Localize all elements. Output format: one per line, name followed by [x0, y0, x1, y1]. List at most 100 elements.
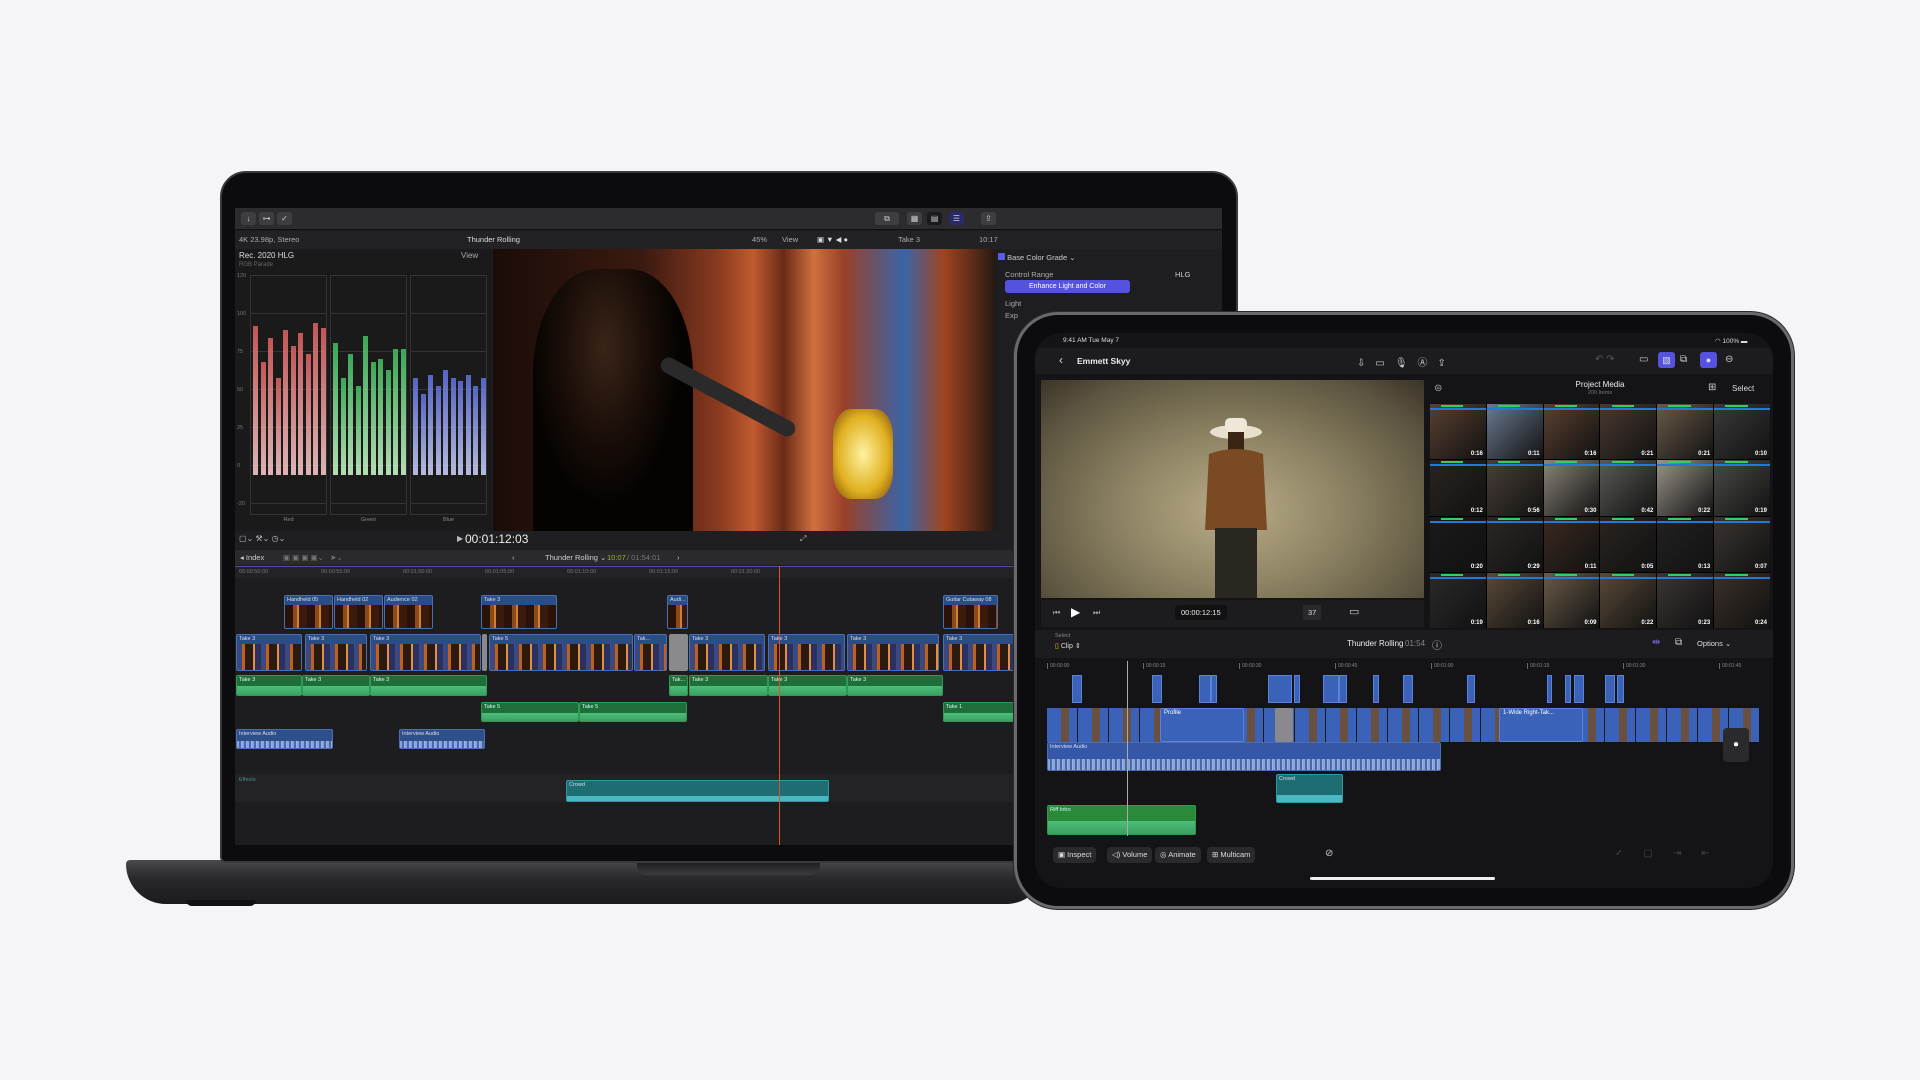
checkmark-icon[interactable]: ✓: [277, 212, 292, 225]
media-thumbnail[interactable]: 0:11: [1543, 516, 1600, 572]
fullscreen-icon[interactable]: ⤢: [800, 534, 806, 544]
media-thumbnail[interactable]: 0:16: [1543, 404, 1600, 460]
browser-toggle-icon[interactable]: ▦: [907, 212, 922, 225]
connected-clip[interactable]: [1323, 675, 1339, 703]
profile-clip[interactable]: Profile: [1160, 708, 1244, 742]
connected-clip[interactable]: [1072, 675, 1082, 703]
audio-clip[interactable]: Take 3: [236, 675, 302, 696]
media-thumbnail[interactable]: 0:21: [1657, 404, 1714, 460]
audio-clip[interactable]: Take 3: [370, 675, 487, 696]
checkmark-icon[interactable]: ⊘: [1325, 848, 1333, 859]
media-thumbnail[interactable]: 0:05: [1600, 516, 1657, 572]
connected-clip[interactable]: [1268, 675, 1292, 703]
audio-clip[interactable]: Take 5: [481, 702, 579, 722]
media-thumbnail[interactable]: 0:12: [1430, 460, 1486, 516]
home-indicator[interactable]: [1310, 877, 1495, 880]
select-button[interactable]: Select: [1732, 384, 1754, 393]
media-thumbnail[interactable]: 0:16: [1430, 404, 1486, 460]
inspector-toggle-icon[interactable]: ☰: [949, 212, 964, 225]
timeline-project-dropdown[interactable]: Thunder Rolling ⌄: [545, 550, 606, 565]
animate-button[interactable]: ◎ Animate: [1155, 847, 1201, 863]
volume-button[interactable]: ◁) Volume: [1107, 847, 1153, 863]
primary-clip[interactable]: Tak...: [634, 634, 667, 671]
enhance-light-and-color-button[interactable]: Enhance Light and Color: [1005, 280, 1130, 293]
audio-clip[interactable]: Tak...: [669, 675, 688, 696]
crowd-audio-clip[interactable]: Crowd: [566, 780, 829, 802]
inspect-button[interactable]: ▣ Inspect: [1053, 847, 1097, 863]
connected-clip[interactable]: Handheld 02: [334, 595, 383, 629]
crowd-audio-clip[interactable]: Crowd: [1276, 774, 1343, 803]
media-thumbnail[interactable]: 0:20: [1430, 516, 1486, 572]
transform-tools-icon[interactable]: ▢⌄ ⚒⌄ ◷⌄: [239, 534, 285, 543]
audio-clip[interactable]: Take 5: [579, 702, 687, 722]
audio-clip[interactable]: Take 3: [302, 675, 370, 696]
primary-clip[interactable]: Take 3: [236, 634, 302, 671]
playhead[interactable]: [1127, 661, 1128, 836]
connected-clip[interactable]: [1211, 675, 1217, 703]
play-icon[interactable]: ▶: [1071, 605, 1080, 619]
options-dropdown[interactable]: Options ⌄: [1697, 639, 1731, 648]
back-nav-icon[interactable]: ‹: [512, 550, 515, 565]
media-thumbnail[interactable]: 0:23: [1657, 572, 1714, 628]
grid-view-icon[interactable]: ⊞: [1708, 382, 1716, 393]
share-icon[interactable]: ⇪: [981, 212, 996, 225]
media-thumbnail[interactable]: 0:21: [1600, 404, 1657, 460]
media-thumbnail[interactable]: 0:10: [1714, 404, 1770, 460]
timeline-ruler[interactable]: 00:00:00 00:00:15 00:00:30 00:00:45 00:01:00…: [1047, 661, 1759, 673]
primary-clip[interactable]: Take 3: [370, 634, 481, 671]
viewer-options-icon[interactable]: ▭: [1349, 605, 1359, 618]
edit-actions-icons[interactable]: ✓▢⇥⇤: [1615, 848, 1730, 859]
inspector-tab-icons[interactable]: ▣ ▼ ◀ ●: [817, 231, 848, 249]
undo-redo-icons[interactable]: ↶ ↷: [1595, 354, 1615, 365]
previous-frame-icon[interactable]: ⏮: [1053, 608, 1060, 618]
interview-audio-clip[interactable]: Interview Audio: [399, 729, 485, 749]
zoom-level[interactable]: 37: [1303, 605, 1322, 620]
connected-clip[interactable]: Audi...: [667, 595, 688, 629]
connected-clip[interactable]: Audience 02: [384, 595, 433, 629]
audio-clip[interactable]: Take 3: [847, 675, 943, 696]
connected-clip[interactable]: Take 3: [481, 595, 557, 629]
live-drawing-icon[interactable]: ●: [1700, 352, 1717, 368]
view-dropdown[interactable]: View: [782, 231, 798, 249]
connected-clip[interactable]: [1373, 675, 1379, 703]
photos-browser-icon[interactable]: ▨: [1658, 352, 1675, 368]
control-range-dropdown[interactable]: HLG: [1175, 270, 1190, 279]
primary-clip[interactable]: Take 5: [489, 634, 633, 671]
connected-clip[interactable]: [1199, 675, 1211, 703]
connected-clip[interactable]: [1403, 675, 1413, 703]
snapping-icon[interactable]: ⇹: [1652, 637, 1660, 648]
index-button[interactable]: ◂ Index: [240, 550, 264, 565]
playhead[interactable]: [779, 566, 780, 845]
timecode-display[interactable]: 00:01:12:03: [465, 532, 528, 546]
edit-tools-icons[interactable]: ▣ ▣ ▣ ▣⌄ ➤⌄: [283, 550, 343, 565]
timeline-tracks[interactable]: Profile 1-Wide Right-Tak... Interview Au…: [1035, 661, 1773, 843]
info-icon[interactable]: ⓘ: [1432, 637, 1442, 652]
select-mode-dropdown[interactable]: ▯ Clip ⇕: [1055, 642, 1081, 650]
media-thumbnail[interactable]: 0:19: [1714, 460, 1770, 516]
more-icon[interactable]: ⊖: [1725, 354, 1733, 365]
primary-clip[interactable]: Take 3: [305, 634, 367, 671]
media-thumbnail[interactable]: 0:11: [1486, 404, 1543, 460]
timecode-display[interactable]: 00:00:12:15: [1175, 605, 1227, 620]
audio-meter-icon[interactable]: ●: [1723, 728, 1749, 762]
forward-nav-icon[interactable]: ›: [677, 550, 680, 565]
media-thumbnail[interactable]: 0:19: [1430, 572, 1486, 628]
media-thumbnail[interactable]: 0:22: [1657, 460, 1714, 516]
audio-clip[interactable]: Take 1: [943, 702, 1023, 722]
media-thumbnail[interactable]: 0:09: [1543, 572, 1600, 628]
keyword-icon[interactable]: ⊶: [259, 212, 274, 225]
gap-clip[interactable]: [1275, 708, 1293, 742]
connected-clip[interactable]: [1339, 675, 1347, 703]
next-frame-icon[interactable]: ⏭: [1093, 608, 1100, 618]
riff-intro-clip[interactable]: Riff Intro: [1047, 805, 1196, 835]
clip-appearance-icon[interactable]: ⧉: [1675, 637, 1682, 648]
back-icon[interactable]: ‹: [1059, 353, 1063, 367]
zoom-dropdown[interactable]: 45%: [752, 231, 767, 249]
connected-clip[interactable]: [1547, 675, 1552, 703]
connected-clip[interactable]: [1152, 675, 1162, 703]
media-thumbnail[interactable]: 0:24: [1714, 572, 1770, 628]
primary-clip[interactable]: Take 3: [847, 634, 939, 671]
connected-clip[interactable]: [1294, 675, 1300, 703]
wide-right-take-clip[interactable]: 1-Wide Right-Tak...: [1499, 708, 1583, 742]
gap-clip[interactable]: [482, 634, 487, 671]
